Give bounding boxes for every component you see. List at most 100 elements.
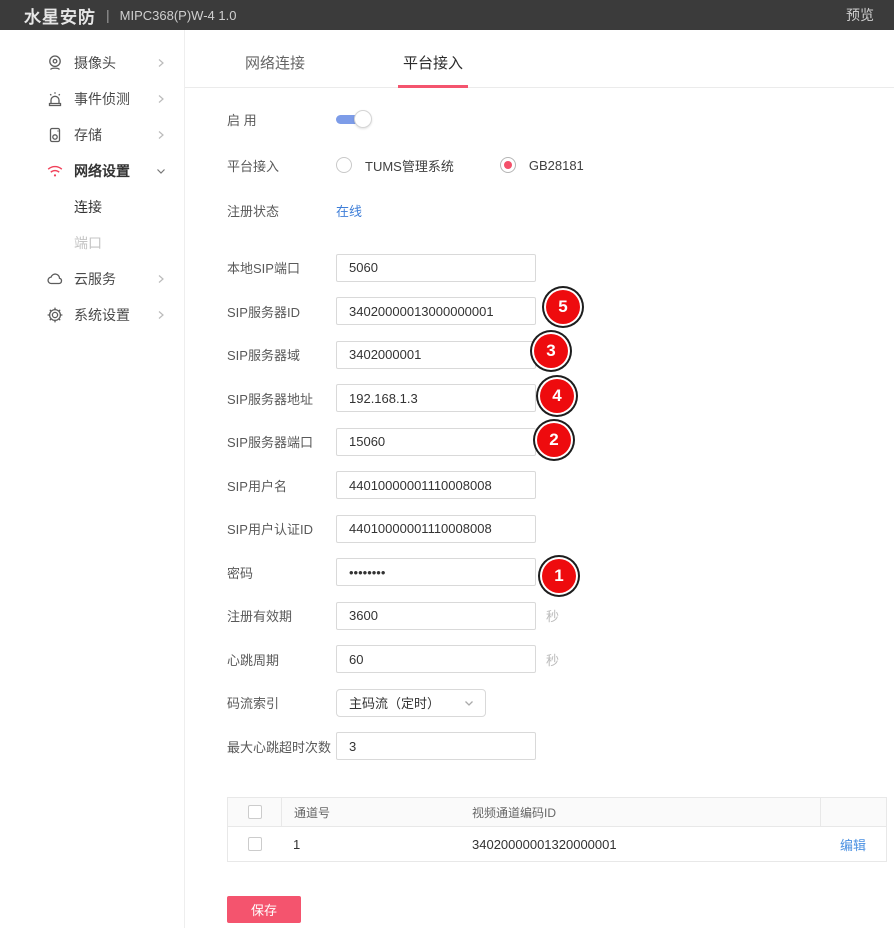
register-status-label: 注册状态 [227, 201, 336, 220]
seconds-suffix: 秒 [546, 650, 559, 669]
heartbeat-period-input[interactable] [336, 645, 536, 673]
tab-bar: 网络连接 平台接入 [185, 30, 894, 88]
row-checkbox[interactable] [248, 837, 262, 851]
chevron-right-icon [156, 130, 166, 140]
field-label: 心跳周期 [227, 650, 336, 669]
preview-link[interactable]: 预览 [846, 5, 874, 25]
field-label: SIP用户认证ID [227, 519, 336, 538]
main-content: 网络连接 平台接入 启 用 平台接入 TUMS管理系统 GB28181 [185, 30, 894, 928]
heartbeat-period-row: 心跳周期 秒 [227, 638, 894, 682]
register-validity-row: 注册有效期 秒 [227, 594, 894, 638]
field-label: 码流索引 [227, 693, 336, 712]
field-label: SIP服务器端口 [227, 432, 336, 451]
sip-server-port-input[interactable] [336, 428, 536, 456]
column-header-video-id: 视频通道编码ID [472, 804, 556, 821]
chevron-right-icon [156, 94, 166, 104]
stream-index-row: 码流索引 主码流（定时） [227, 681, 894, 725]
chevron-right-icon [156, 274, 166, 284]
field-label: SIP服务器地址 [227, 389, 336, 408]
password-input[interactable] [336, 558, 536, 586]
field-label: 最大心跳超时次数 [227, 737, 336, 756]
tab-platform-access[interactable]: 平台接入 [398, 52, 468, 87]
column-header-channel: 通道号 [294, 804, 330, 821]
radio-gb28181[interactable]: GB28181 [500, 157, 584, 173]
chevron-down-icon [463, 697, 475, 709]
register-status-value[interactable]: 在线 [336, 201, 362, 220]
field-label: SIP用户名 [227, 476, 336, 495]
local-sip-port-row: 本地SIP端口 [227, 246, 894, 290]
sidebar-item-label: 云服务 [74, 269, 116, 289]
logo-divider: | [106, 7, 110, 23]
alarm-icon [46, 90, 64, 108]
field-label: 注册有效期 [227, 606, 336, 625]
sidebar-subitem-label: 连接 [74, 197, 102, 217]
sidebar-item-network-settings[interactable]: 网络设置 [0, 153, 184, 189]
annotation-badge-5: 5 [546, 290, 580, 324]
sidebar: 摄像头 事件侦测 存储 [0, 30, 185, 928]
sidebar-item-cloud-service[interactable]: 云服务 [0, 261, 184, 297]
max-heartbeat-timeout-input[interactable] [336, 732, 536, 760]
topbar: 水星安防 | MIPC368(P)W-4 1.0 预览 [0, 0, 894, 30]
sip-server-domain-input[interactable] [336, 341, 536, 369]
wifi-icon [46, 162, 64, 180]
field-label: SIP服务器ID [227, 302, 336, 321]
sidebar-subitem-connection[interactable]: 连接 [0, 189, 184, 225]
annotation-badge-4: 4 [540, 379, 574, 413]
radio-label: GB28181 [529, 158, 584, 173]
register-status-row: 注册状态 在线 [227, 195, 894, 225]
sip-username-input[interactable] [336, 471, 536, 499]
chevron-down-icon [156, 166, 166, 176]
camera-icon [46, 54, 64, 72]
device-model: MIPC368(P)W-4 1.0 [120, 8, 237, 23]
annotation-badge-2: 2 [537, 423, 571, 457]
radio-circle-icon [336, 157, 352, 173]
column-header-actions [820, 798, 886, 826]
annotation-badge-1: 1 [542, 559, 576, 593]
save-button[interactable]: 保存 [227, 896, 301, 923]
max-heartbeat-timeout-row: 最大心跳超时次数 [227, 725, 894, 769]
field-label: SIP服务器域 [227, 345, 336, 364]
stream-index-select[interactable]: 主码流（定时） [336, 689, 486, 717]
video-channel-id-cell: 34020000001320000001 [472, 837, 617, 852]
sidebar-item-camera[interactable]: 摄像头 [0, 45, 184, 81]
sidebar-item-label: 存储 [74, 125, 102, 145]
enable-row: 启 用 [227, 104, 894, 134]
sidebar-item-storage[interactable]: 存储 [0, 117, 184, 153]
chevron-right-icon [156, 58, 166, 68]
platform-type-row: 平台接入 TUMS管理系统 GB28181 [227, 150, 894, 180]
brand-logo: 水星安防 [24, 3, 96, 28]
sip-auth-id-input[interactable] [336, 515, 536, 543]
sip-auth-id-row: SIP用户认证ID [227, 507, 894, 551]
toggle-knob [354, 110, 372, 128]
sidebar-item-system-settings[interactable]: 系统设置 [0, 297, 184, 333]
enable-label: 启 用 [227, 110, 336, 129]
register-validity-input[interactable] [336, 602, 536, 630]
annotation-badge-3: 3 [534, 334, 568, 368]
field-label: 密码 [227, 563, 336, 582]
seconds-suffix: 秒 [546, 606, 559, 625]
sidebar-subitem-label: 端口 [74, 233, 102, 253]
tab-network-connection[interactable]: 网络连接 [240, 52, 310, 87]
radio-tums[interactable]: TUMS管理系统 [336, 156, 454, 175]
local-sip-port-input[interactable] [336, 254, 536, 282]
sidebar-item-label: 事件侦测 [74, 89, 130, 109]
select-all-checkbox[interactable] [248, 805, 262, 819]
sip-server-id-input[interactable] [336, 297, 536, 325]
channel-table: 通道号 视频通道编码ID 1 34020000001320000001 编辑 [227, 797, 887, 862]
cloud-icon [46, 270, 64, 288]
channel-table-header: 通道号 视频通道编码ID [228, 798, 886, 826]
select-value: 主码流（定时） [349, 693, 440, 712]
edit-link[interactable]: 编辑 [840, 835, 866, 854]
platform-radio-group: TUMS管理系统 GB28181 [336, 156, 584, 175]
chevron-right-icon [156, 310, 166, 320]
sip-server-address-input[interactable] [336, 384, 536, 412]
sidebar-subitem-port[interactable]: 端口 [0, 225, 184, 261]
platform-access-form: 启 用 平台接入 TUMS管理系统 GB28181 注册状态 在线 [185, 104, 894, 923]
sidebar-item-label: 网络设置 [74, 161, 130, 181]
sidebar-item-label: 系统设置 [74, 305, 130, 325]
table-row: 1 34020000001320000001 编辑 [228, 826, 886, 861]
enable-toggle[interactable] [336, 109, 372, 129]
sidebar-item-event-detection[interactable]: 事件侦测 [0, 81, 184, 117]
field-label: 本地SIP端口 [227, 258, 336, 277]
platform-type-label: 平台接入 [227, 156, 336, 175]
